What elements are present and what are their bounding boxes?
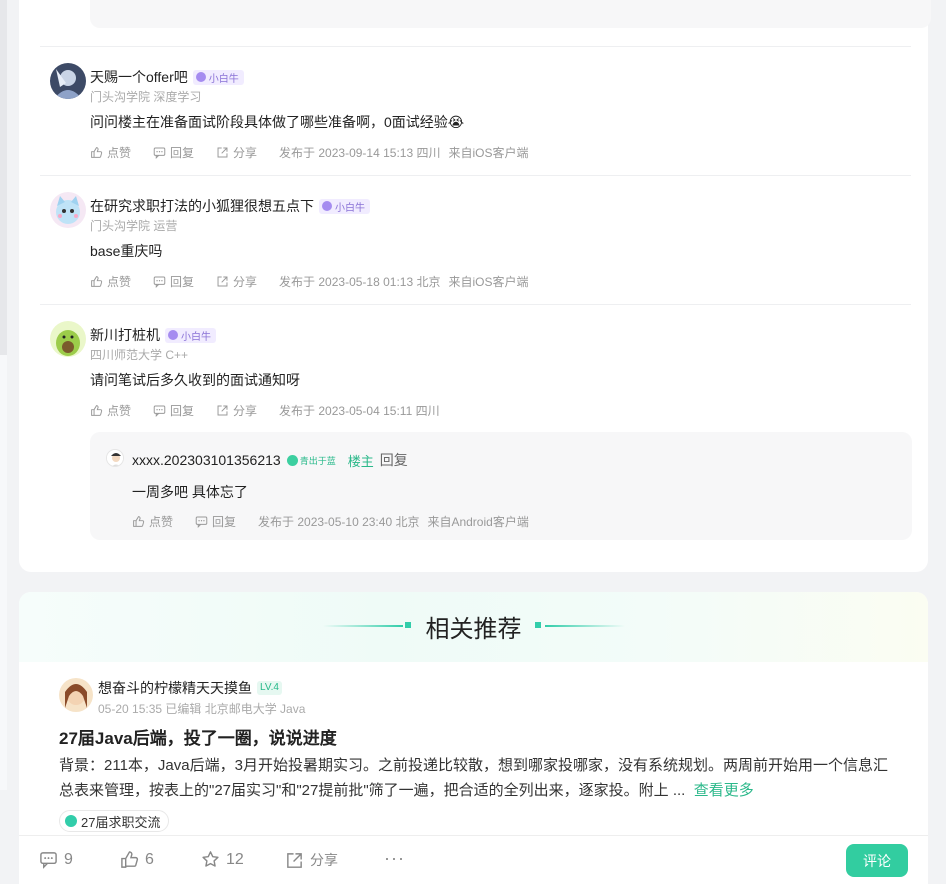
share-button[interactable]: 分享 bbox=[216, 144, 257, 161]
comment-author[interactable]: 在研究求职打法的小狐狸很想五点下 小白牛 bbox=[90, 196, 370, 216]
post-author[interactable]: 想奋斗的柠檬精天天摸鱼 LV.4 bbox=[98, 678, 282, 698]
reply-author-name[interactable]: xxxx.202303101356213 bbox=[132, 452, 281, 468]
comment-icon bbox=[153, 276, 166, 288]
level-badge: 小白牛 bbox=[192, 69, 244, 85]
thumb-up-icon bbox=[91, 276, 103, 287]
publish-time: 发布于 2023-05-10 23:40 北京 bbox=[258, 515, 420, 529]
divider bbox=[40, 304, 911, 305]
publish-time: 发布于 2023-09-14 15:13 四川 bbox=[279, 146, 441, 160]
comment-item: 天赐一个offer吧 小白牛 门头沟学院 深度学习 问问楼主在准备面试阶段具体做… bbox=[50, 63, 910, 173]
like-button[interactable]: 点赞 bbox=[90, 402, 131, 419]
divider bbox=[40, 46, 911, 47]
comment-author[interactable]: 新川打桩机 小白牛 bbox=[90, 325, 216, 345]
avatar[interactable] bbox=[59, 678, 93, 712]
level-badge: 小白牛 bbox=[165, 327, 216, 343]
avatar[interactable] bbox=[106, 449, 124, 467]
comment-text: 问问楼主在准备面试阶段具体做了哪些准备啊，0面试经验😭 bbox=[90, 114, 465, 130]
post-meta: 05-20 15:35 已编辑 北京邮电大学 Java bbox=[98, 702, 306, 716]
reply-text: 一周多吧 具体忘了 bbox=[132, 484, 248, 500]
reply-header: xxxx.202303101356213 青出于蓝 楼主 回复 bbox=[132, 450, 408, 470]
more-icon: ··· bbox=[384, 848, 405, 868]
comments-card: 天赐一个offer吧 小白牛 门头沟学院 深度学习 问问楼主在准备面试阶段具体做… bbox=[19, 0, 931, 572]
reply-actions: 点赞 回复 发布于 2023-05-10 23:40 北京 来自Android客… bbox=[132, 513, 537, 530]
like-button[interactable]: 点赞 bbox=[90, 273, 131, 290]
author-name[interactable]: 新川打桩机 bbox=[90, 325, 160, 345]
star-icon bbox=[202, 851, 219, 867]
author-name[interactable]: 天赐一个offer吧 bbox=[90, 67, 188, 87]
recommend-title: 相关推荐 bbox=[425, 616, 522, 643]
avatar[interactable] bbox=[50, 321, 86, 357]
reply-button[interactable]: 回复 bbox=[153, 402, 194, 419]
share-icon bbox=[287, 852, 302, 868]
badge-icon bbox=[322, 201, 332, 211]
see-more-link[interactable]: 查看更多 bbox=[694, 782, 754, 799]
decor-line bbox=[545, 625, 625, 627]
badge-icon bbox=[168, 330, 178, 340]
topic-icon bbox=[65, 815, 77, 827]
level-badge: 青出于蓝 bbox=[286, 454, 336, 467]
source-client: 来自iOS客户端 bbox=[448, 146, 529, 160]
share-icon bbox=[217, 405, 228, 416]
comment-button[interactable]: 评论 bbox=[846, 844, 908, 877]
bottom-action-bar: 9 6 12 分享 ··· 评论 bbox=[19, 835, 928, 884]
badge-icon bbox=[286, 454, 298, 466]
author-meta: 门头沟学院 深度学习 bbox=[90, 90, 202, 104]
thumb-up-icon bbox=[133, 516, 145, 527]
badge-icon bbox=[195, 72, 206, 82]
level-badge: LV.4 bbox=[257, 681, 282, 695]
reply-button[interactable]: 回复 bbox=[153, 273, 194, 290]
page-scrollbar[interactable] bbox=[0, 0, 7, 790]
comment-item: 新川打桩机 小白牛 四川师范大学 C++ 请问笔试后多久收到的面试通知呀 点赞 … bbox=[50, 321, 910, 431]
share-button[interactable]: 分享 bbox=[285, 850, 338, 870]
comment-text: 请问笔试后多久收到的面试通知呀 bbox=[90, 372, 300, 388]
comment-icon bbox=[40, 852, 57, 869]
avatar[interactable] bbox=[50, 192, 86, 228]
comment-actions: 点赞 回复 分享 发布于 2023-05-18 01:13 北京 来自iOS客户… bbox=[90, 273, 536, 290]
share-icon bbox=[217, 276, 228, 287]
source-client: 来自iOS客户端 bbox=[448, 275, 529, 289]
share-icon bbox=[217, 147, 228, 158]
thumb-up-icon bbox=[91, 405, 103, 416]
reply-box: xxxx.202303101356213 青出于蓝 楼主 回复 一周多吧 具体忘… bbox=[90, 432, 912, 540]
previous-reply-box bbox=[90, 0, 931, 28]
thumb-up-icon bbox=[91, 147, 103, 158]
post-body[interactable]: 背景：211本，Java后端，3月开始投暑期实习。之前投递比较散，想到哪家投哪家… bbox=[59, 753, 889, 803]
more-options-button[interactable]: ··· bbox=[384, 848, 405, 869]
comments-count-button[interactable]: 9 bbox=[39, 850, 73, 869]
source-client: 来自Android客户端 bbox=[427, 515, 529, 529]
comment-item: 在研究求职打法的小狐狸很想五点下 小白牛 门头沟学院 运营 base重庆吗 点赞… bbox=[50, 192, 910, 302]
comment-text: base重庆吗 bbox=[90, 243, 163, 259]
thumb-up-icon bbox=[121, 851, 139, 868]
favorite-count-button[interactable]: 12 bbox=[201, 850, 244, 869]
reply-button[interactable]: 回复 bbox=[195, 513, 236, 530]
like-count-button[interactable]: 6 bbox=[120, 850, 154, 869]
share-button[interactable]: 分享 bbox=[216, 402, 257, 419]
like-button[interactable]: 点赞 bbox=[90, 144, 131, 161]
topic-tag[interactable]: 27届求职交流 bbox=[59, 810, 170, 832]
share-button[interactable]: 分享 bbox=[216, 273, 257, 290]
like-button[interactable]: 点赞 bbox=[132, 513, 173, 530]
comment-actions: 点赞 回复 分享 发布于 2023-09-14 15:13 四川 来自iOS客户… bbox=[90, 144, 536, 161]
comment-icon bbox=[195, 516, 208, 528]
publish-time: 发布于 2023-05-04 15:11 四川 bbox=[279, 404, 440, 418]
scrollbar-thumb[interactable] bbox=[0, 0, 7, 355]
author-name[interactable]: 在研究求职打法的小狐狸很想五点下 bbox=[90, 196, 314, 216]
reply-button[interactable]: 回复 bbox=[153, 144, 194, 161]
author-meta: 四川师范大学 C++ bbox=[90, 348, 189, 362]
reply-verb: 回复 bbox=[379, 452, 408, 468]
post-title[interactable]: 27届Java后端，投了一圈，说说进度 bbox=[59, 724, 337, 749]
comment-actions: 点赞 回复 分享 发布于 2023-05-04 15:11 四川 bbox=[90, 402, 448, 419]
author-meta: 门头沟学院 运营 bbox=[90, 219, 178, 233]
divider bbox=[40, 175, 911, 176]
decor-square bbox=[535, 622, 541, 628]
owner-tag: 楼主 bbox=[347, 453, 374, 469]
post-author-name[interactable]: 想奋斗的柠檬精天天摸鱼 bbox=[98, 678, 252, 698]
level-badge: 小白牛 bbox=[319, 198, 370, 214]
comment-icon bbox=[153, 147, 166, 159]
publish-time: 发布于 2023-05-18 01:13 北京 bbox=[279, 275, 441, 289]
comment-author[interactable]: 天赐一个offer吧 小白牛 bbox=[90, 67, 244, 87]
comment-icon bbox=[153, 405, 166, 417]
avatar[interactable] bbox=[50, 63, 86, 99]
